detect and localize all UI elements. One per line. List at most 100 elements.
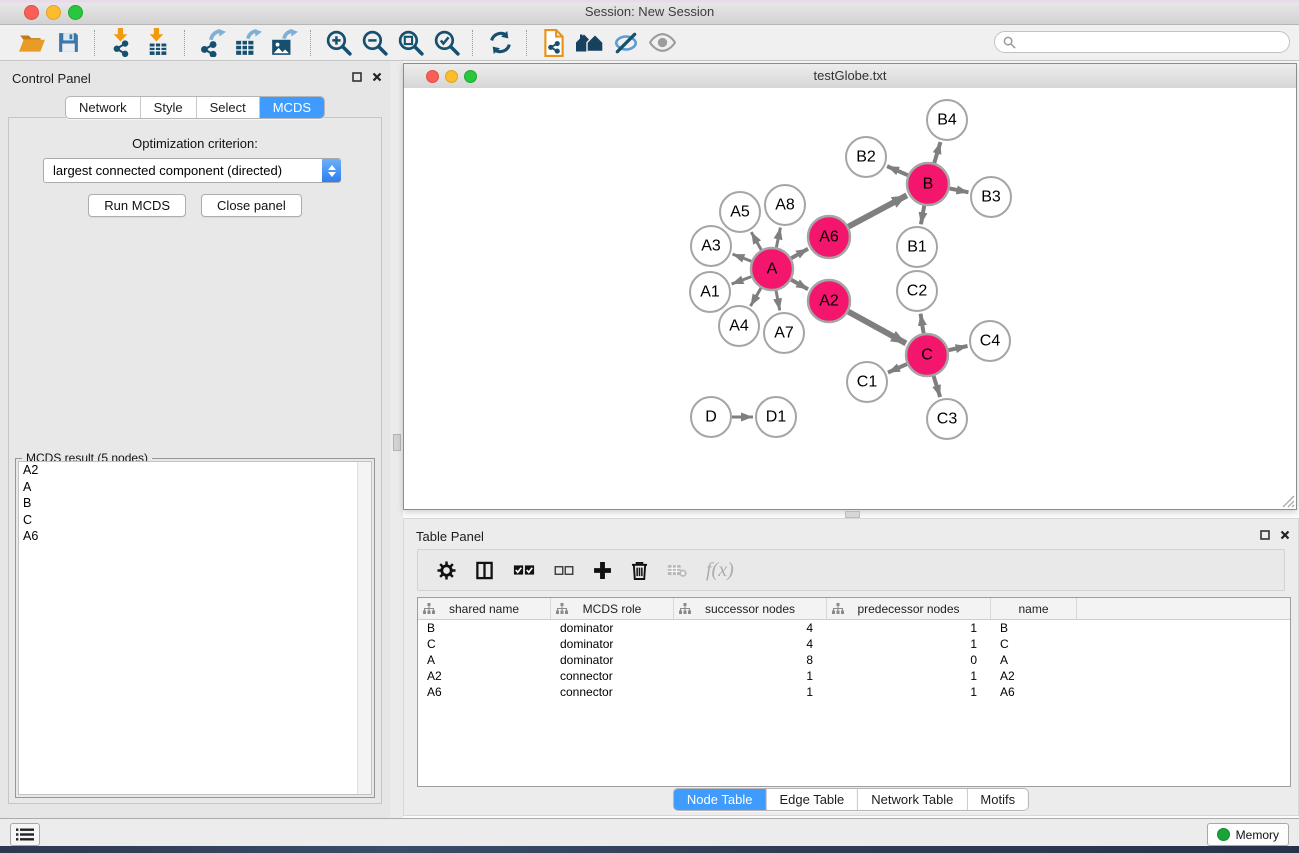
search-input[interactable]	[1021, 34, 1289, 50]
float-table-panel-icon[interactable]	[1260, 530, 1270, 540]
close-panel-button[interactable]: Close panel	[201, 194, 302, 217]
tab-node-table[interactable]: Node Table	[674, 789, 766, 810]
table-cell[interactable]: A2	[418, 668, 551, 684]
close-panel-icon[interactable]	[372, 72, 382, 82]
zoom-fit-button[interactable]	[392, 27, 428, 59]
function-builder-button[interactable]: f(x)	[706, 559, 734, 582]
delete-columns-button[interactable]	[631, 561, 648, 580]
zoom-out-button[interactable]	[356, 27, 392, 59]
open-session-button[interactable]	[14, 27, 50, 59]
horizontal-split-grip[interactable]	[845, 511, 860, 518]
delete-table-button[interactable]	[667, 563, 687, 578]
table-cell[interactable]: connector	[551, 684, 674, 700]
table-cell[interactable]: C	[418, 636, 551, 652]
table-cell[interactable]: 0	[827, 652, 991, 668]
graph-edge-C-C4[interactable]	[948, 346, 967, 350]
column-header-MCDS-role[interactable]: MCDS role	[551, 598, 674, 619]
graph-edge-A-A8[interactable]	[776, 228, 780, 248]
table-row[interactable]: A2connector11A2	[418, 668, 1290, 684]
graph-edge-A-A5[interactable]	[751, 232, 761, 250]
result-list-item[interactable]: C	[19, 512, 371, 529]
graph-edge-C-C2[interactable]	[921, 314, 924, 334]
graph-edge-A-A7[interactable]	[776, 291, 780, 311]
result-list-item[interactable]: A2	[19, 462, 371, 479]
table-cell[interactable]: dominator	[551, 620, 674, 636]
graph-edge-B-B2[interactable]	[887, 166, 908, 175]
table-cell[interactable]: 1	[674, 684, 827, 700]
float-panel-icon[interactable]	[352, 72, 362, 82]
table-cell[interactable]: A	[418, 652, 551, 668]
table-cell[interactable]: dominator	[551, 652, 674, 668]
result-list-item[interactable]: B	[19, 495, 371, 512]
tab-mcds[interactable]: MCDS	[259, 97, 324, 118]
memory-button[interactable]: Memory	[1207, 823, 1289, 846]
table-row[interactable]: A6connector11A6	[418, 684, 1290, 700]
new-network-from-selection-button[interactable]	[536, 27, 572, 59]
export-network-button[interactable]	[194, 27, 230, 59]
graph-edge-B-B3[interactable]	[950, 188, 969, 192]
zoom-in-button[interactable]	[320, 27, 356, 59]
table-cell[interactable]: C	[991, 636, 1077, 652]
table-cell[interactable]: 8	[674, 652, 827, 668]
result-list-item[interactable]: A6	[19, 528, 371, 545]
run-mcds-button[interactable]: Run MCDS	[88, 194, 186, 217]
graph-edge-A2-C[interactable]	[848, 312, 906, 344]
table-cell[interactable]: A6	[991, 684, 1077, 700]
tab-network-table[interactable]: Network Table	[857, 789, 966, 810]
save-session-button[interactable]	[50, 27, 86, 59]
table-cell[interactable]: 1	[827, 684, 991, 700]
table-cell[interactable]: 1	[827, 668, 991, 684]
deselect-all-button[interactable]	[554, 564, 574, 577]
table-cell[interactable]: 4	[674, 636, 827, 652]
tab-edge-table[interactable]: Edge Table	[765, 789, 857, 810]
graph-edge-A-A6[interactable]	[791, 249, 808, 258]
graph-edge-A-A1[interactable]	[732, 277, 752, 284]
vertical-split-grip[interactable]	[393, 434, 401, 451]
table-cell[interactable]: 1	[674, 668, 827, 684]
table-cell[interactable]: connector	[551, 668, 674, 684]
optimization-criterion-select[interactable]: largest connected component (directed)	[43, 158, 341, 183]
graph-edge-B-B1[interactable]	[921, 206, 924, 225]
apply-layout-button[interactable]	[482, 27, 518, 59]
table-cell[interactable]: A2	[991, 668, 1077, 684]
table-cell[interactable]: A	[991, 652, 1077, 668]
table-row[interactable]: Cdominator41C	[418, 636, 1290, 652]
graph-edge-C-C3[interactable]	[934, 376, 941, 397]
window-resize-grip[interactable]	[1280, 493, 1295, 508]
hide-graphics-details-button[interactable]	[608, 27, 644, 59]
show-details-eye-button[interactable]	[644, 27, 680, 59]
show-columns-button[interactable]	[475, 561, 494, 580]
select-all-button[interactable]	[513, 563, 535, 577]
table-cell[interactable]: B	[418, 620, 551, 636]
graph-edge-A-A2[interactable]	[791, 280, 808, 289]
create-column-button[interactable]	[593, 561, 612, 580]
tab-network[interactable]: Network	[66, 97, 140, 118]
export-image-button[interactable]	[266, 27, 302, 59]
graph-edge-A-A4[interactable]	[751, 288, 761, 306]
first-neighbors-button[interactable]	[572, 27, 608, 59]
zoom-selected-button[interactable]	[428, 27, 464, 59]
tab-motifs[interactable]: Motifs	[966, 789, 1028, 810]
table-cell[interactable]: A6	[418, 684, 551, 700]
graph-edge-C-C1[interactable]	[888, 364, 907, 373]
close-table-panel-icon[interactable]	[1280, 530, 1290, 540]
column-header-shared-name[interactable]: shared name	[418, 598, 551, 619]
result-list-item[interactable]: A	[19, 479, 371, 496]
column-header-successor-nodes[interactable]: successor nodes	[674, 598, 827, 619]
table-options-button[interactable]	[437, 561, 456, 580]
table-cell[interactable]: 1	[827, 620, 991, 636]
table-cell[interactable]: dominator	[551, 636, 674, 652]
table-row[interactable]: Adominator80A	[418, 652, 1290, 668]
graph-edge-A-A3[interactable]	[733, 254, 752, 261]
import-network-button[interactable]	[104, 27, 140, 59]
table-row[interactable]: Bdominator41B	[418, 620, 1290, 636]
tab-select[interactable]: Select	[196, 97, 259, 118]
tab-style[interactable]: Style	[140, 97, 196, 118]
export-table-button[interactable]	[230, 27, 266, 59]
table-cell[interactable]: 1	[827, 636, 991, 652]
graph-edge-A6-B[interactable]	[848, 195, 906, 226]
result-list-scrollbar[interactable]	[357, 462, 371, 794]
table-cell[interactable]: 4	[674, 620, 827, 636]
show-panels-menu-button[interactable]	[10, 823, 40, 846]
search-field[interactable]	[994, 31, 1290, 53]
